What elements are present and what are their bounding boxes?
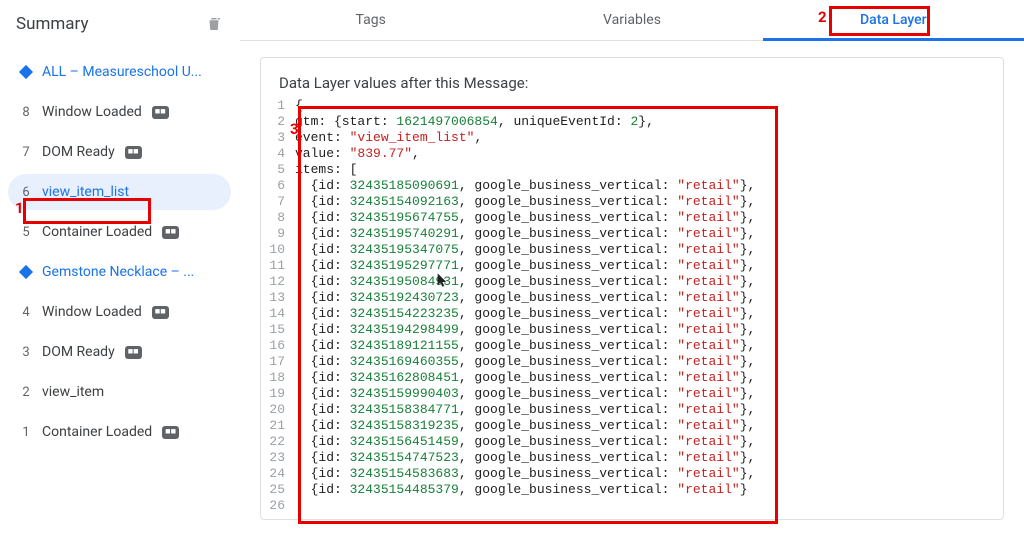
data-layer-panel: Data Layer values after this Message: 12… xyxy=(260,57,1004,520)
diamond-icon xyxy=(19,65,33,79)
item-label: DOM Ready xyxy=(42,144,115,160)
sidebar-event[interactable]: 6 view_item_list xyxy=(8,174,231,210)
code-source: {gtm: {start: 1621497006854, uniqueEvent… xyxy=(295,98,1003,514)
sidebar-event[interactable]: 8 Window Loaded ■■ xyxy=(8,94,231,130)
api-chip: ■■ xyxy=(125,146,142,159)
item-label: DOM Ready xyxy=(42,344,115,360)
item-label: ALL – Measureschool U... xyxy=(42,64,202,80)
event-index: 5 xyxy=(20,225,32,240)
event-index: 4 xyxy=(20,305,32,320)
tab-tags[interactable]: Tags xyxy=(240,0,501,40)
event-index: 8 xyxy=(20,105,32,120)
event-index: 2 xyxy=(20,385,32,400)
api-chip: ■■ xyxy=(152,306,169,319)
code-gutter: 1234567891011121314151617181920212223242… xyxy=(261,98,295,514)
api-chip: ■■ xyxy=(125,346,142,359)
tab-data-layer[interactable]: Data Layer xyxy=(763,0,1024,40)
tab-variables[interactable]: Variables xyxy=(501,0,762,40)
item-label: Gemstone Necklace – ... xyxy=(42,264,194,280)
clear-icon[interactable] xyxy=(205,15,223,33)
event-index: 3 xyxy=(20,345,32,360)
api-chip: ■■ xyxy=(162,426,179,439)
panel-title: Data Layer values after this Message: xyxy=(261,58,1003,92)
sidebar-group[interactable]: ALL – Measureschool U... xyxy=(8,54,231,90)
item-label: view_item xyxy=(42,384,104,400)
item-label: view_item_list xyxy=(42,184,129,200)
tab-label: Data Layer xyxy=(860,12,927,28)
sidebar-event[interactable]: 5 Container Loaded ■■ xyxy=(8,214,231,250)
sidebar-event[interactable]: 3 DOM Ready ■■ xyxy=(8,334,231,370)
main: Tags Variables Data Layer Data Layer val… xyxy=(240,0,1024,536)
summary-title: Summary xyxy=(16,14,88,34)
sidebar-event[interactable]: 7 DOM Ready ■■ xyxy=(8,134,231,170)
event-index: 6 xyxy=(20,185,32,200)
tab-label: Variables xyxy=(603,12,661,28)
diamond-icon xyxy=(19,265,33,279)
api-chip: ■■ xyxy=(162,226,179,239)
api-chip: ■■ xyxy=(152,106,169,119)
sidebar-group[interactable]: Gemstone Necklace – ... xyxy=(8,254,231,290)
item-label: Container Loaded xyxy=(42,224,152,240)
item-label: Container Loaded xyxy=(42,424,152,440)
sidebar-event[interactable]: 2 view_item xyxy=(8,374,231,410)
event-index: 7 xyxy=(20,145,32,160)
tabs: Tags Variables Data Layer xyxy=(240,0,1024,41)
event-list: ALL – Measureschool U... 8 Window Loaded ■■… xyxy=(0,52,239,452)
sidebar-event[interactable]: 4 Window Loaded ■■ xyxy=(8,294,231,330)
code-block: 1234567891011121314151617181920212223242… xyxy=(261,98,1003,514)
event-index: 1 xyxy=(20,425,32,440)
summary-header: Summary xyxy=(0,0,239,52)
tab-label: Tags xyxy=(356,12,386,28)
sidebar-event[interactable]: 1 Container Loaded ■■ xyxy=(8,414,231,450)
item-label: Window Loaded xyxy=(42,304,142,320)
item-label: Window Loaded xyxy=(42,104,142,120)
sidebar: Summary ALL – Measureschool U... 8 Window … xyxy=(0,0,240,536)
